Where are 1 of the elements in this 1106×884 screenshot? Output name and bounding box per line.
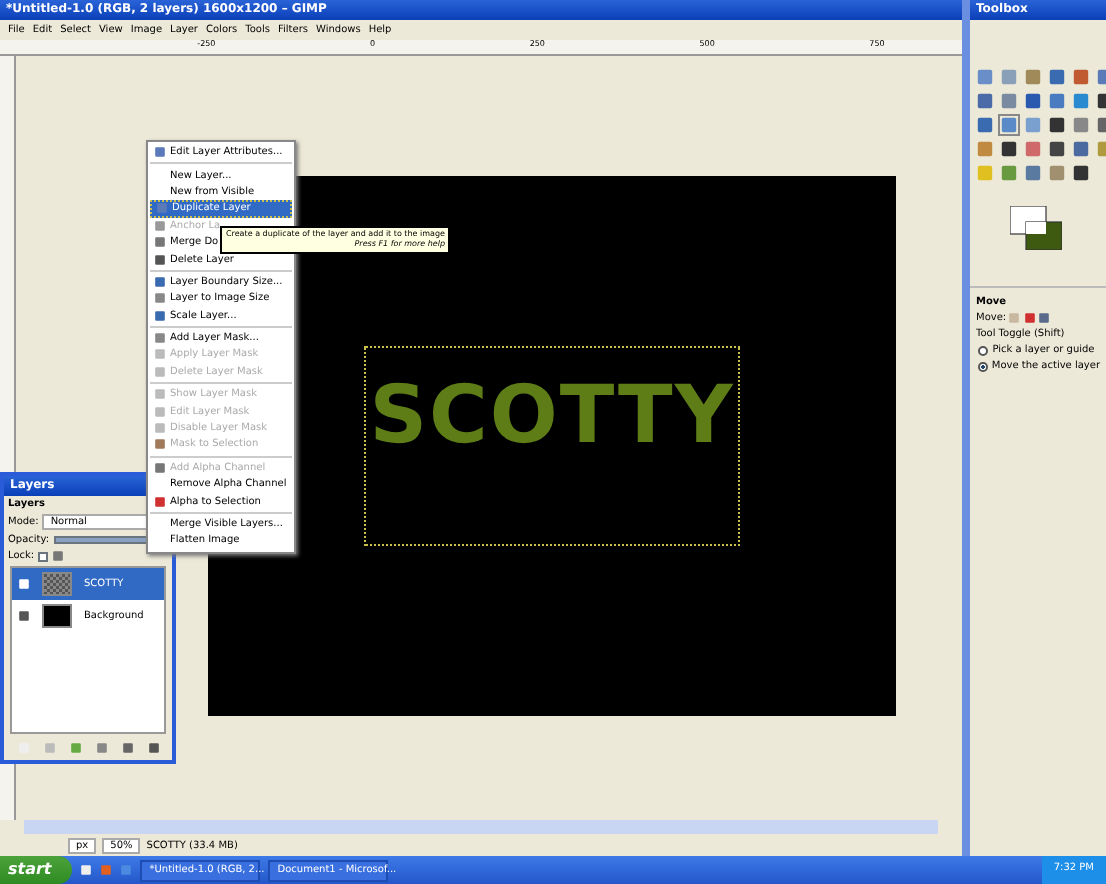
canvas-text: SCOTTY xyxy=(369,376,735,456)
